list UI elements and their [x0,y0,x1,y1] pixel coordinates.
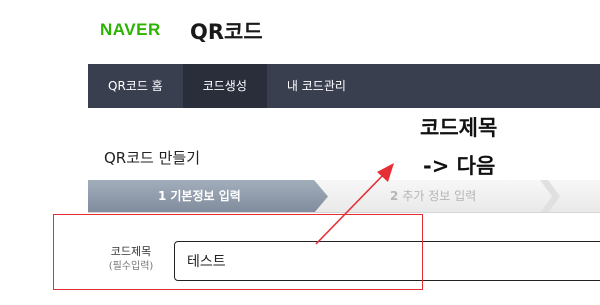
annotation-line-2: -> 다음 [423,154,496,178]
nav-item-create-code[interactable]: 코드생성 [182,64,267,108]
service-title: QR코드 [190,20,263,44]
nav-item-my-codes[interactable]: 내 코드관리 [267,64,366,108]
step-1-label: 1 기본정보 입력 [158,189,241,203]
naver-logo[interactable]: NAVER [100,20,161,40]
nav-item-qr-home[interactable]: QR코드 홈 [88,64,183,108]
main-nav: QR코드 홈 코드생성 내 코드관리 [88,64,600,108]
step-2-label: 2 추가 정보 입력 [390,189,477,203]
code-title-field-box[interactable] [174,241,600,281]
code-title-required-note: (필수입력) [108,261,154,272]
code-title-label: 코드제목 (필수입력) [96,244,166,274]
code-title-input[interactable] [187,251,587,271]
step-indicator: 1 기본정보 입력 2 추가 정보 입력 [88,180,600,213]
annotation-line-1: 코드제목 [420,116,498,140]
page-title: QR코드 만들기 [104,149,200,167]
